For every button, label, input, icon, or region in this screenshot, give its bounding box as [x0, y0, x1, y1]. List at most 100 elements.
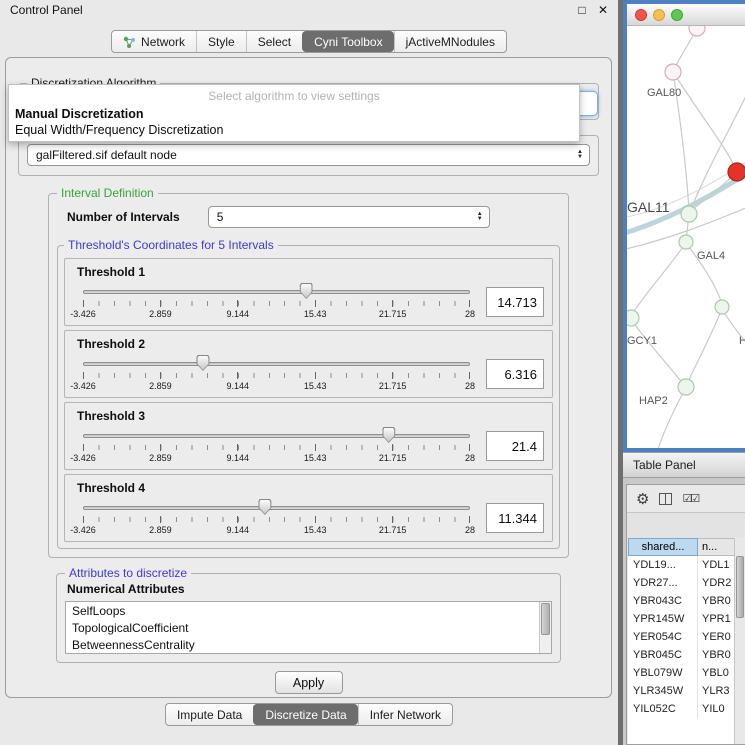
tab-infer-network[interactable]: Infer Network	[358, 704, 452, 725]
threshold-label: Threshold 2	[77, 337, 544, 351]
bottom-tab-strip: Impute Data Discretize Data Infer Networ…	[165, 703, 453, 726]
float-window-icon[interactable]: □	[578, 3, 585, 17]
algorithm-placeholder: Select algorithm to view settings	[9, 85, 579, 106]
table-panel-titlebar[interactable]: Table Panel	[623, 452, 745, 478]
tab-discretize-data[interactable]: Discretize Data	[253, 704, 357, 725]
slider-scale: -3.4262.8599.14415.4321.71528	[83, 525, 470, 537]
threshold-label: Threshold 1	[77, 265, 544, 279]
number-of-intervals-label: Number of Intervals	[67, 210, 180, 224]
table-row[interactable]: YDR27...YDR2	[628, 574, 745, 592]
group-title: Attributes to discretize	[65, 566, 191, 580]
combobox-value: 5	[217, 210, 224, 224]
threshold-value-field[interactable]: 6.316	[486, 359, 544, 389]
slider-major-ticks	[83, 372, 470, 379]
table-row[interactable]: YPR145WYPR1	[628, 610, 745, 628]
close-traffic-light[interactable]	[635, 9, 647, 21]
window-title: Control Panel	[10, 3, 83, 17]
dropdown-option-equal-width-frequency[interactable]: Equal Width/Frequency Discretization	[9, 122, 579, 138]
column-header-shared-name[interactable]: shared...	[628, 538, 698, 556]
combobox-stepper-icon: ▲ ▼	[477, 207, 483, 227]
tab-jactivemnodules[interactable]: jActiveMNodules	[394, 31, 506, 52]
top-tab-strip: Network Style Select Cyni Toolbox jActiv…	[111, 30, 507, 53]
node-label-hap2[interactable]: HAP2	[639, 395, 668, 407]
node-label-gcy1[interactable]: GCY1	[627, 335, 657, 347]
group-title: Threshold's Coordinates for 5 Intervals	[64, 238, 278, 252]
scrollbar-thumb[interactable]	[736, 556, 744, 618]
numerical-attributes-list[interactable]: SelfLoops TopologicalCoefficient Between…	[65, 601, 552, 654]
zoom-traffic-light[interactable]	[671, 9, 683, 21]
threshold-label: Threshold 3	[77, 409, 544, 423]
tab-label: Discretize Data	[265, 708, 346, 722]
tab-select[interactable]: Select	[246, 31, 302, 52]
table-toolbar: ⚙ ☑☑	[627, 485, 745, 513]
table-row[interactable]: YBR045CYBR0	[628, 646, 745, 664]
select-all-checkbox-icon[interactable]: ☑☑	[682, 492, 698, 505]
gear-icon[interactable]: ⚙	[636, 490, 649, 508]
network-window-titlebar[interactable]	[627, 4, 745, 26]
slider-track[interactable]	[83, 362, 470, 366]
table-scrollbar[interactable]	[734, 538, 745, 744]
list-item[interactable]: SelfLoops	[66, 602, 551, 619]
slider-scale: -3.4262.8599.14415.4321.71528	[83, 381, 470, 393]
threshold-slider[interactable]: -3.4262.8599.14415.4321.71528	[83, 351, 470, 397]
attributes-to-discretize-group: Attributes to discretize Numerical Attri…	[56, 566, 561, 663]
slider-thumb[interactable]	[300, 283, 313, 299]
dropdown-option-manual-discretization[interactable]: Manual Discretization	[9, 106, 579, 122]
slider-scale: -3.4262.8599.14415.4321.71528	[83, 453, 470, 465]
scrollbar-thumb[interactable]	[541, 603, 550, 635]
slider-scale: -3.4262.8599.14415.4321.71528	[83, 309, 470, 321]
interval-definition-group: Interval Definition Number of Intervals …	[48, 186, 569, 558]
tab-style[interactable]: Style	[196, 31, 246, 52]
threshold-slider[interactable]: -3.4262.8599.14415.4321.71528	[83, 423, 470, 469]
control-panel-titlebar[interactable]: Control Panel □ ✕	[0, 0, 618, 20]
table-row[interactable]: YDL19...YDL1	[628, 556, 745, 574]
node-label-gal4[interactable]: GAL4	[697, 250, 725, 262]
cyni-toolbox-panel: Discretization Algorithm Select algorith…	[5, 57, 612, 698]
node-label-gal11[interactable]: GAL11	[627, 199, 670, 215]
slider-track[interactable]	[83, 434, 470, 438]
threshold-value-field[interactable]: 14.713	[486, 287, 544, 317]
threshold-panel: Threshold 2 -3.4262.8599.14415.4321.7152…	[64, 330, 553, 398]
node-label-partial[interactable]: H	[739, 335, 745, 347]
slider-track[interactable]	[83, 290, 470, 294]
table-data-combobox[interactable]: galFiltered.sif default node ▲ ▼	[27, 144, 590, 166]
table-row[interactable]: YLR345WYLR3	[628, 682, 745, 700]
tab-impute-data[interactable]: Impute Data	[166, 704, 253, 725]
list-item[interactable]: BetweennessCentrality	[66, 636, 551, 653]
slider-thumb[interactable]	[382, 427, 395, 443]
thresholds-coordinates-group: Threshold's Coordinates for 5 Intervals …	[57, 238, 560, 549]
slider-thumb[interactable]	[196, 355, 209, 371]
threshold-label: Threshold 4	[77, 481, 544, 495]
column-header-name[interactable]: n...	[698, 538, 738, 556]
table-row[interactable]: YER054CYER0	[628, 628, 745, 646]
slider-thumb[interactable]	[258, 499, 271, 515]
tab-cyni-toolbox[interactable]: Cyni Toolbox	[302, 31, 393, 52]
slider-track[interactable]	[83, 506, 470, 510]
minimize-traffic-light[interactable]	[653, 9, 665, 21]
tab-network[interactable]: Network	[112, 31, 196, 52]
threshold-slider[interactable]: -3.4262.8599.14415.4321.71528	[83, 279, 470, 325]
apply-button[interactable]: Apply	[275, 671, 343, 694]
table-row[interactable]: YIL052CYIL0	[628, 700, 745, 718]
close-icon[interactable]: ✕	[598, 3, 608, 17]
table-panel-body: ⚙ ☑☑ shared... n... YDL19...YDL1 YDR27..…	[626, 484, 745, 745]
threshold-value-field[interactable]: 21.4	[486, 431, 544, 461]
node-label-gal80[interactable]: GAL80	[647, 87, 681, 99]
table-row[interactable]: YBL079WYBL0	[628, 664, 745, 682]
table-header-row: shared... n...	[628, 538, 745, 556]
table-row[interactable]: YBR043CYBR0	[628, 592, 745, 610]
bottom-tab-bar: Impute Data Discretize Data Infer Networ…	[0, 703, 618, 726]
columns-icon[interactable]	[659, 493, 672, 505]
threshold-value-field[interactable]: 11.344	[486, 503, 544, 533]
tab-label: Cyni Toolbox	[314, 35, 382, 49]
apply-row: Apply	[14, 671, 603, 694]
number-of-intervals-combobox[interactable]: 5 ▲ ▼	[208, 206, 490, 228]
list-scrollbar[interactable]	[539, 602, 551, 653]
list-item[interactable]: TopologicalCoefficient	[66, 619, 551, 636]
control-panel-window: Control Panel □ ✕ Network	[0, 0, 618, 745]
tab-label: jActiveMNodules	[406, 35, 495, 49]
threshold-slider[interactable]: -3.4262.8599.14415.4321.71528	[83, 495, 470, 541]
group-title: Interval Definition	[57, 186, 158, 200]
network-canvas[interactable]: GAL80 GAL11 GAL4 GCY1 HAP2 H	[627, 26, 745, 448]
tab-label: Style	[208, 35, 235, 49]
